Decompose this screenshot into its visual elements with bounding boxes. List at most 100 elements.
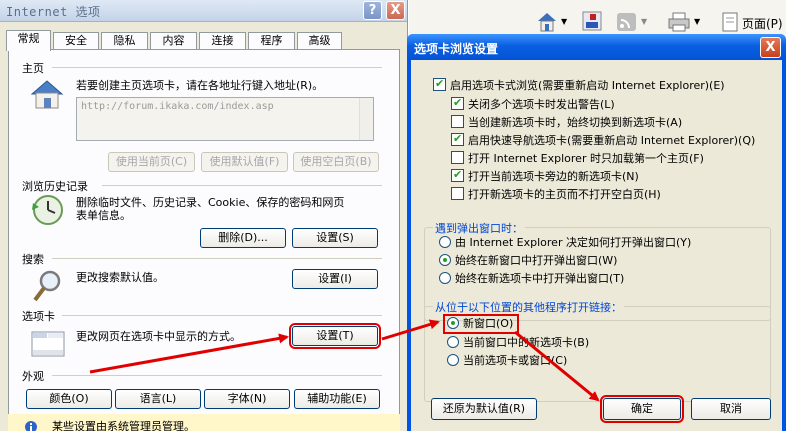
quick-tabs-label: 启用快速导航选项卡(需要重新启动 Internet Explorer)(Q) [468, 134, 756, 147]
links-new-tab-radio[interactable]: 当前窗口中的新选项卡(B) [447, 336, 589, 352]
open-next-to-current-checkbox[interactable]: 打开当前选项卡旁边的新选项卡(N) [451, 168, 639, 185]
new-window-highlight [443, 314, 519, 334]
open-next-to-current-label: 打开当前选项卡旁边的新选项卡(N) [468, 170, 639, 183]
history-section-rule [102, 185, 382, 186]
homepage-url-scrollbar[interactable] [359, 98, 373, 140]
home-icon [30, 80, 64, 109]
checkbox-box[interactable] [451, 187, 464, 200]
rss-icon[interactable] [616, 12, 638, 32]
tabs-settings-button[interactable]: 设置(T) [289, 323, 381, 349]
popup-group-title: 遇到弹出窗口时： [433, 220, 525, 236]
radio-dot[interactable] [447, 354, 459, 366]
home-toolbar-icon[interactable] [536, 12, 558, 32]
tab-connections[interactable]: 连接 [199, 32, 246, 50]
links-new-tab-label: 当前窗口中的新选项卡(B) [463, 336, 590, 349]
quick-tabs-checkbox[interactable]: 启用快速导航选项卡(需要重新启动 Internet Explorer)(Q) [451, 132, 756, 149]
checkbox-box[interactable] [451, 132, 464, 146]
ok-button[interactable]: 确定 [600, 395, 684, 423]
tab-settings-titlebar: 选项卡浏览设置 X [407, 34, 786, 60]
tab-advanced[interactable]: 高级 [297, 32, 342, 50]
open-home-new-tab-checkbox[interactable]: 打开新选项卡的主页而不打开空白页(H) [451, 187, 661, 203]
search-magnifier-icon [33, 270, 61, 302]
external-links-group-title: 从位于以下位置的其他程序打开链接： [433, 299, 624, 315]
history-description-line1: 删除临时文件、历史记录、Cookie、保存的密码和网页 [76, 196, 345, 209]
checkbox-box[interactable] [451, 151, 464, 164]
tab-programs[interactable]: 程序 [248, 32, 295, 50]
links-current-tab-label: 当前选项卡或窗口(C) [463, 354, 568, 367]
open-home-new-tab-label: 打开新选项卡的主页而不打开空白页(H) [468, 188, 661, 201]
warn-close-tabs-label: 关闭多个选项卡时发出警告(L) [468, 98, 615, 111]
home-dropdown-icon[interactable]: ▼ [561, 17, 567, 26]
homepage-url-value: http://forum.ikaka.com/index.asp [81, 101, 274, 112]
load-first-home-label: 打开 Internet Explorer 时只加载第一个主页(F) [468, 152, 704, 165]
appearance-section-title: 外观 [22, 370, 44, 383]
tab-settings-body: 启用选项卡式浏览(需要重新启动 Internet Explorer)(E) 关闭… [411, 60, 782, 431]
popup-ie-decides-radio[interactable]: 由 Internet Explorer 决定如何打开弹出窗口(Y) [439, 236, 691, 252]
radio-dot[interactable] [439, 236, 451, 248]
popup-new-window-label: 始终在新窗口中打开弹出窗口(W) [455, 254, 618, 267]
languages-button[interactable]: 语言(L) [115, 389, 201, 409]
switch-new-tab-checkbox[interactable]: 当创建新选项卡时，始终切换到新选项卡(A) [451, 115, 682, 131]
help-button[interactable]: ? [363, 1, 382, 20]
appearance-section-rule [52, 375, 382, 376]
tab-security[interactable]: 安全 [53, 32, 99, 50]
rss-dropdown-icon[interactable]: ▼ [641, 17, 647, 26]
print-dropdown-icon[interactable]: ▼ [694, 17, 700, 26]
tab-general[interactable]: 常规 [6, 30, 51, 51]
warn-close-tabs-checkbox[interactable]: 关闭多个选项卡时发出警告(L) [451, 96, 615, 113]
checkbox-box[interactable] [433, 77, 446, 91]
checkbox-box[interactable] [451, 96, 464, 110]
print-icon[interactable] [667, 12, 691, 32]
history-clock-icon [32, 195, 63, 225]
feeds-toolbar-icon[interactable] [581, 10, 603, 32]
links-current-tab-radio[interactable]: 当前选项卡或窗口(C) [447, 354, 567, 370]
enable-tabbed-browsing-checkbox[interactable]: 启用选项卡式浏览(需要重新启动 Internet Explorer)(E) [433, 77, 725, 94]
history-settings-button[interactable]: 设置(S) [292, 228, 378, 248]
search-description: 更改搜索默认值。 [76, 271, 164, 284]
tabs-section-title: 选项卡 [22, 310, 55, 323]
radio-dot[interactable] [439, 272, 451, 284]
accessibility-button[interactable]: 辅助功能(E) [294, 389, 380, 409]
restore-defaults-button[interactable]: 还原为默认值(R) [431, 398, 537, 420]
admin-note: 某些设置由系统管理员管理。 [52, 420, 195, 431]
history-description-line2: 表单信息。 [76, 209, 131, 222]
enable-tabbed-browsing-label: 启用选项卡式浏览(需要重新启动 Internet Explorer)(E) [450, 79, 725, 92]
tabs-window-icon [31, 331, 65, 357]
page-icon[interactable] [721, 12, 739, 32]
use-default-button[interactable]: 使用默认值(F) [201, 152, 288, 172]
radio-dot[interactable] [439, 254, 451, 266]
checkbox-box[interactable] [451, 168, 464, 182]
info-icon [25, 421, 37, 431]
checkbox-box[interactable] [451, 115, 464, 128]
colors-button[interactable]: 颜色(O) [26, 389, 112, 409]
cancel-button[interactable]: 取消 [691, 398, 771, 420]
internet-options-window: Internet 选项 ? X 常规 安全 隐私 内容 连接 程序 高级 主页 … [0, 0, 408, 431]
popup-new-window-radio[interactable]: 始终在新窗口中打开弹出窗口(W) [439, 254, 617, 270]
tabs-section-rule [62, 315, 382, 316]
tabs-description: 更改网页在选项卡中显示的方式。 [76, 330, 241, 343]
tab-settings-close-button[interactable]: X [760, 37, 781, 58]
page-menu-button[interactable]: 页面(P) [742, 15, 783, 32]
homepage-description: 若要创建主页选项卡，请在各地址行键入地址(R)。 [76, 79, 324, 92]
delete-history-button[interactable]: 删除(D)... [200, 228, 286, 248]
homepage-url-input[interactable]: http://forum.ikaka.com/index.asp [76, 97, 374, 141]
tab-privacy[interactable]: 隐私 [101, 32, 148, 50]
tab-settings-dialog: 选项卡浏览设置 X 启用选项卡式浏览(需要重新启动 Internet Explo… [407, 34, 786, 431]
tab-content[interactable]: 内容 [150, 32, 197, 50]
use-blank-button[interactable]: 使用空白页(B) [293, 152, 379, 172]
close-button[interactable]: X [386, 1, 405, 20]
radio-dot[interactable] [447, 336, 459, 348]
load-first-home-checkbox[interactable]: 打开 Internet Explorer 时只加载第一个主页(F) [451, 151, 704, 167]
homepage-section-rule [52, 67, 382, 68]
search-section-rule [52, 258, 382, 259]
search-settings-button[interactable]: 设置(I) [292, 269, 378, 289]
fonts-button[interactable]: 字体(N) [204, 389, 290, 409]
tab-settings-title: 选项卡浏览设置 [414, 42, 499, 56]
popup-ie-decides-label: 由 Internet Explorer 决定如何打开弹出窗口(Y) [455, 236, 692, 249]
popup-new-tab-radio[interactable]: 始终在新选项卡中打开弹出窗口(T) [439, 272, 624, 288]
use-current-button[interactable]: 使用当前页(C) [108, 152, 195, 172]
search-section-title: 搜索 [22, 253, 44, 266]
popup-new-tab-label: 始终在新选项卡中打开弹出窗口(T) [455, 272, 625, 285]
internet-options-title: Internet 选项 [6, 5, 101, 19]
internet-options-titlebar: Internet 选项 ? X [0, 0, 407, 22]
